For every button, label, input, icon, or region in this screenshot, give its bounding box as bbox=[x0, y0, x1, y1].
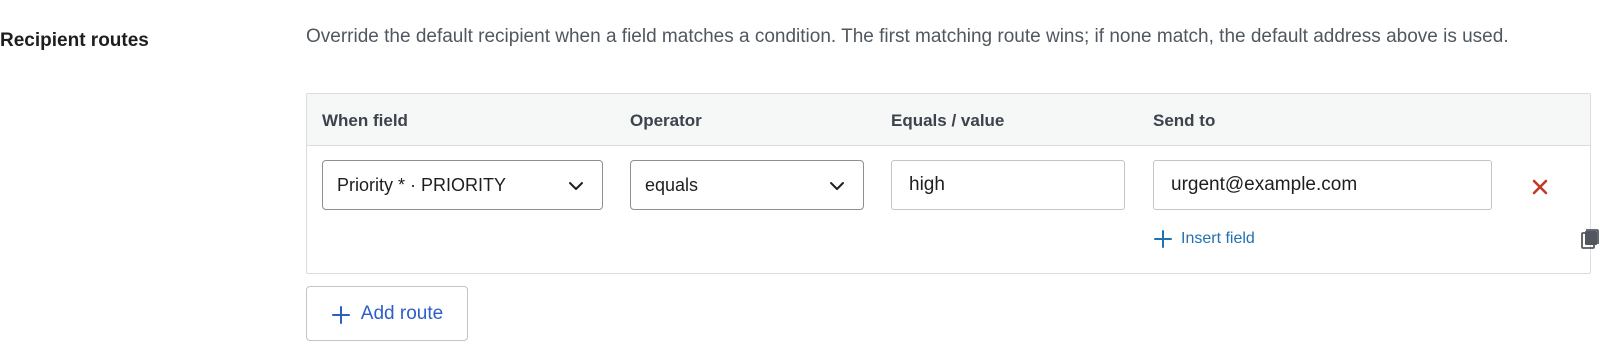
operator-select-value: equals bbox=[645, 174, 699, 195]
value-input[interactable] bbox=[891, 160, 1125, 210]
add-route-button[interactable]: Add route bbox=[306, 286, 468, 341]
chevron-down-icon bbox=[569, 182, 583, 190]
chevron-down-icon bbox=[830, 182, 844, 190]
column-header-field: When field bbox=[322, 111, 408, 130]
send-to-input[interactable] bbox=[1153, 160, 1492, 210]
add-route-label: Add route bbox=[360, 302, 444, 324]
column-header-send-to: Send to bbox=[1153, 111, 1216, 130]
column-header-value: Equals / value bbox=[891, 111, 1005, 130]
table-header: When field Operator Equals / value Send … bbox=[307, 94, 1590, 146]
plus-icon bbox=[1154, 230, 1172, 248]
routes-table: When field Operator Equals / value Send … bbox=[306, 93, 1599, 274]
column-header-operator: Operator bbox=[630, 111, 702, 130]
plus-icon bbox=[331, 305, 350, 324]
operator-select[interactable]: equals bbox=[630, 160, 864, 210]
insert-field-label: Insert field bbox=[1181, 230, 1255, 247]
copy-icon[interactable] bbox=[1579, 228, 1600, 250]
table-row: Priority * · PRIORITY equals Insert fiel… bbox=[307, 146, 1599, 274]
field-select[interactable]: Priority * · PRIORITY bbox=[322, 160, 603, 210]
field-select-value: Priority * · PRIORITY bbox=[337, 174, 507, 195]
close-icon[interactable] bbox=[1529, 176, 1551, 198]
insert-field-button[interactable]: Insert field bbox=[1153, 229, 1255, 249]
section-description: Override the default recipient when a fi… bbox=[306, 26, 1509, 47]
section-label: Recipient routes bbox=[0, 30, 149, 51]
